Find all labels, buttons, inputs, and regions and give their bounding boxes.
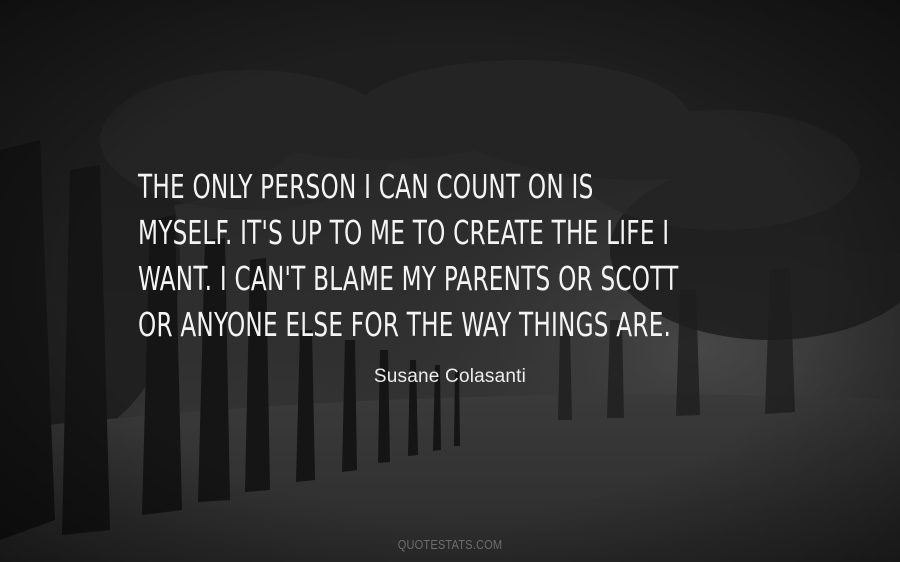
quote-line: WANT. I CAN'T BLAME MY PARENTS OR SCOTT xyxy=(138,259,679,298)
quote-line: MYSELF. IT'S UP TO ME TO CREATE THE LIFE… xyxy=(138,213,670,252)
quote-card: THE ONLY PERSON I CAN COUNT ON IS MYSELF… xyxy=(0,0,900,562)
quote-author: Susane Colasanti xyxy=(373,366,527,387)
quote-line: THE ONLY PERSON I CAN COUNT ON IS xyxy=(138,167,594,206)
site-watermark: QUOTESTATS.COM xyxy=(397,537,503,552)
quote-text: THE ONLY PERSON I CAN COUNT ON IS MYSELF… xyxy=(138,164,778,348)
quote-line: OR ANYONE ELSE FOR THE WAY THINGS ARE. xyxy=(138,305,672,344)
